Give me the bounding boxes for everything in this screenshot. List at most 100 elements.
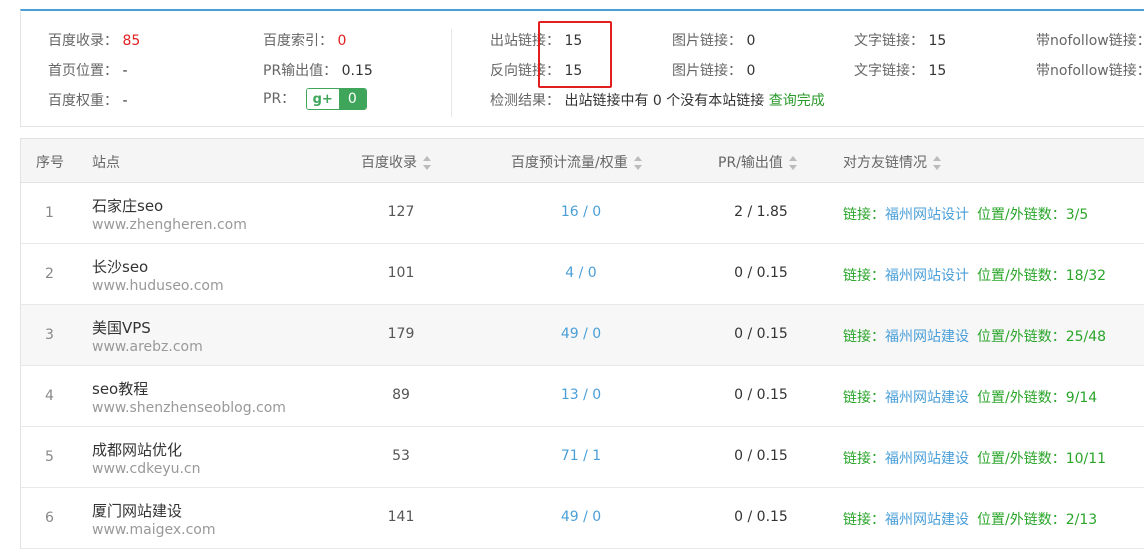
link-label: 链接：: [843, 329, 885, 345]
homepage-position-stat: 首页位置： -: [48, 60, 128, 80]
baidu-shoulu-label: 百度收录：: [48, 33, 118, 49]
nofollow-link-stat-1: 带nofollow链接：: [1036, 30, 1144, 50]
backlink-stat: 反向链接： 15: [490, 60, 582, 80]
pr-output: 0 / 0.15: [734, 448, 788, 464]
image-link-label-2: 图片链接：: [672, 63, 742, 79]
homepage-position-value: -: [122, 63, 128, 79]
table-row: 3 美国VPS www.arebz.com 179 49 / 0 0 / 0.1…: [21, 305, 1144, 366]
header-shoulu[interactable]: 百度收录: [361, 152, 431, 172]
site-name[interactable]: 长沙seo: [92, 256, 148, 277]
text-link-stat-2: 文字链接： 15: [854, 60, 946, 80]
link-anchor[interactable]: 福州网站设计: [885, 207, 969, 223]
check-status: 查询完成: [768, 93, 825, 109]
site-name[interactable]: 美国VPS: [92, 317, 151, 338]
pr-output: 0 / 0.15: [734, 265, 788, 281]
summary-panel: 百度收录： 85 百度索引： 0 出站链接： 15 图片链接： 0 文字链接： …: [20, 9, 1144, 127]
table-row: 6 厦门网站建设 www.maigex.com 141 49 / 0 0 / 0…: [21, 488, 1144, 549]
link-position: 位置/外链数：10/11: [977, 451, 1107, 467]
site-domain[interactable]: www.zhengheren.com: [92, 217, 247, 233]
site-name[interactable]: 石家庄seo: [92, 195, 163, 216]
nofollow-link-label-1: 带nofollow链接：: [1036, 33, 1144, 49]
baidu-weight-label: 百度权重：: [48, 93, 118, 109]
pr-output: 0 / 0.15: [734, 387, 788, 403]
table-row: 5 成都网站优化 www.cdkeyu.cn 53 71 / 1 0 / 0.1…: [21, 427, 1144, 488]
header-flow[interactable]: 百度预计流量/权重: [511, 152, 642, 172]
text-link-label-2: 文字链接：: [854, 63, 924, 79]
shoulu-count: 127: [387, 204, 415, 220]
image-link-label-1: 图片链接：: [672, 33, 742, 49]
sort-icon[interactable]: [933, 156, 941, 170]
text-link-stat-1: 文字链接： 15: [854, 30, 946, 50]
shoulu-count: 101: [387, 265, 415, 281]
chuzhan-link-value: 15: [564, 33, 583, 49]
link-label: 链接：: [843, 451, 885, 467]
row-index: 5: [45, 449, 54, 465]
pr-badge[interactable]: g+ 0: [305, 88, 367, 110]
flow-weight[interactable]: 13 / 0: [531, 387, 631, 403]
pr-stat: PR： g+ 0: [263, 88, 367, 110]
header-friend[interactable]: 对方友链情况: [843, 152, 941, 172]
friend-links-table: 序号 站点 百度收录 百度预计流量/权重 PR/输出值 对方友链情况 1 石家庄…: [20, 138, 1144, 549]
friend-link-status: 链接：福州网站设计 位置/外链数：18/32: [843, 265, 1106, 285]
link-position: 位置/外链数：2/13: [977, 512, 1098, 528]
site-name[interactable]: 厦门网站建设: [92, 500, 182, 521]
baidu-weight-value: -: [122, 93, 128, 109]
text-link-value-1: 15: [928, 33, 947, 49]
site-name[interactable]: seo教程: [92, 378, 148, 399]
baidu-weight-stat: 百度权重： -: [48, 90, 128, 110]
link-label: 链接：: [843, 268, 885, 284]
link-anchor[interactable]: 福州网站设计: [885, 268, 969, 284]
flow-weight[interactable]: 4 / 0: [531, 265, 631, 281]
link-anchor[interactable]: 福州网站建设: [885, 451, 969, 467]
backlink-label: 反向链接：: [490, 63, 560, 79]
sort-icon[interactable]: [633, 156, 642, 170]
link-position: 位置/外链数：18/32: [977, 268, 1107, 284]
friend-link-status: 链接：福州网站建设 位置/外链数：9/14: [843, 387, 1097, 407]
baidu-shoulu-value: 85: [122, 33, 141, 49]
friend-link-status: 链接：福州网站建设 位置/外链数：10/11: [843, 448, 1106, 468]
flow-weight[interactable]: 16 / 0: [531, 204, 631, 220]
link-position: 位置/外链数：9/14: [977, 390, 1098, 406]
pr-output-stat: PR输出值： 0.15: [263, 60, 373, 80]
pr-output: 2 / 1.85: [734, 204, 788, 220]
site-domain[interactable]: www.huduseo.com: [92, 278, 224, 294]
baidu-suoyin-stat: 百度索引： 0: [263, 30, 346, 50]
site-name[interactable]: 成都网站优化: [92, 439, 182, 460]
row-index: 3: [45, 327, 54, 343]
row-index: 2: [45, 266, 54, 282]
check-result-text: 出站链接中有 0 个没有本站链接: [564, 93, 765, 109]
link-position: 位置/外链数：25/48: [977, 329, 1107, 345]
shoulu-count: 89: [392, 387, 410, 403]
site-domain[interactable]: www.cdkeyu.cn: [92, 461, 201, 477]
shoulu-count: 53: [392, 448, 410, 464]
table-row: 4 seo教程 www.shenzhenseoblog.com 89 13 / …: [21, 366, 1144, 427]
pr-output: 0 / 0.15: [734, 509, 788, 525]
link-anchor[interactable]: 福州网站建设: [885, 390, 969, 406]
link-anchor[interactable]: 福州网站建设: [885, 512, 969, 528]
friend-link-status: 链接：福州网站建设 位置/外链数：2/13: [843, 509, 1097, 529]
image-link-stat-1: 图片链接： 0: [672, 30, 755, 50]
pr-badge-value: 0: [338, 89, 366, 109]
homepage-position-label: 首页位置：: [48, 63, 118, 79]
flow-weight[interactable]: 49 / 0: [531, 509, 631, 525]
link-label: 链接：: [843, 390, 885, 406]
site-domain[interactable]: www.shenzhenseoblog.com: [92, 400, 286, 416]
flow-weight[interactable]: 49 / 0: [531, 326, 631, 342]
link-anchor[interactable]: 福州网站建设: [885, 329, 969, 345]
flow-weight[interactable]: 71 / 1: [531, 448, 631, 464]
header-pr[interactable]: PR/输出值: [718, 152, 797, 172]
site-domain[interactable]: www.maigex.com: [92, 522, 216, 538]
nofollow-link-label-2: 带nofollow链接：: [1036, 63, 1144, 79]
baidu-shoulu-stat: 百度收录： 85: [48, 30, 140, 50]
pr-output-label: PR输出值：: [263, 63, 338, 79]
sort-icon[interactable]: [423, 156, 431, 170]
header-shoulu-label: 百度收录: [361, 155, 417, 171]
friend-link-status: 链接：福州网站建设 位置/外链数：25/48: [843, 326, 1106, 346]
sort-icon[interactable]: [788, 156, 797, 170]
chuzhan-link-label: 出站链接：: [490, 33, 560, 49]
pr-label: PR：: [263, 91, 296, 107]
pr-output-value: 0.15: [341, 63, 373, 79]
header-friend-label: 对方友链情况: [843, 155, 927, 171]
baidu-suoyin-value: 0: [337, 33, 347, 49]
site-domain[interactable]: www.arebz.com: [92, 339, 203, 355]
